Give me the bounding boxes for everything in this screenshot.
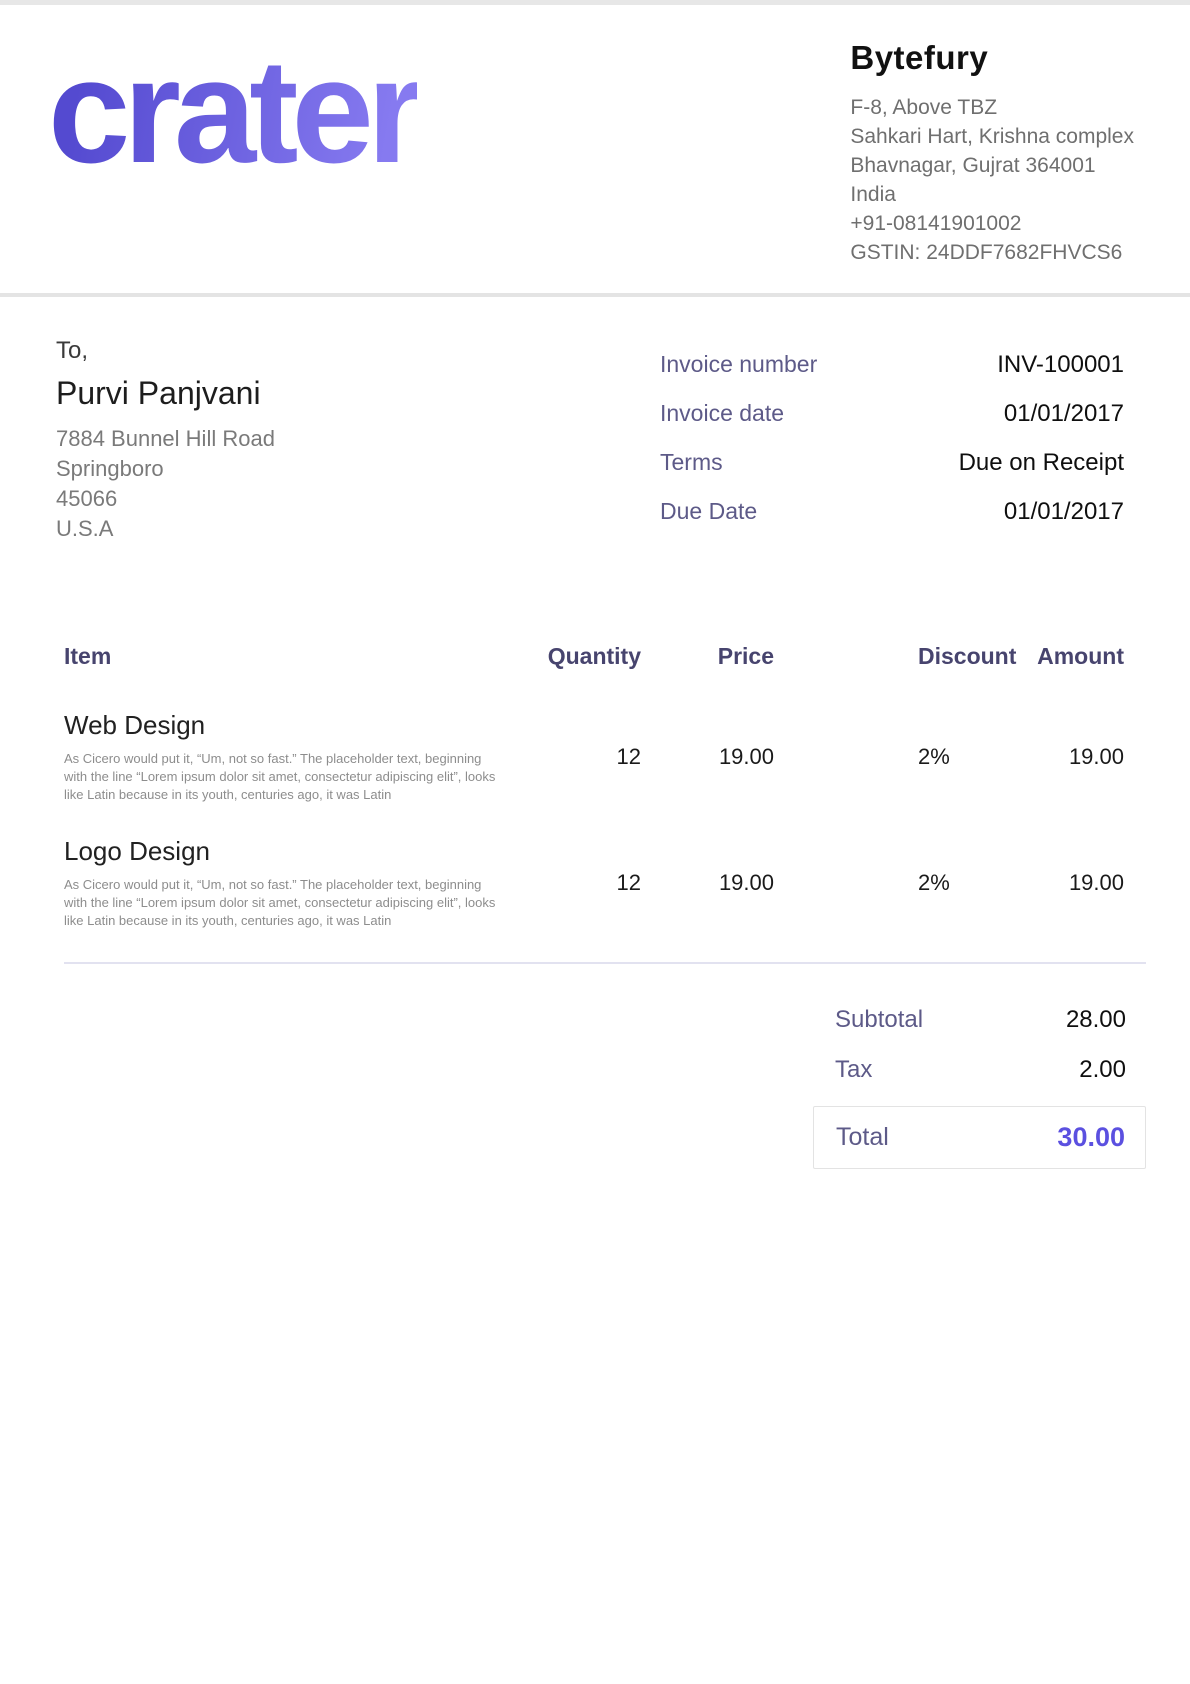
invoice-date-row: Invoice date 01/01/2017 [660, 400, 1124, 428]
billing-section: To, Purvi Panjvani 7884 Bunnel Hill Road… [0, 297, 1190, 547]
company-address-line: F-8, Above TBZ [850, 93, 1134, 122]
invoice-header: crater Bytefury F-8, Above TBZ Sahkari H… [0, 5, 1190, 293]
customer-address-line: Springboro [56, 454, 275, 484]
subtotal-value: 28.00 [1066, 1006, 1126, 1034]
subtotal-row: Subtotal 28.00 [813, 1006, 1146, 1034]
due-date-label: Due Date [660, 498, 757, 525]
item-quantity: 12 [524, 870, 641, 896]
tax-row: Tax 2.00 [813, 1056, 1146, 1084]
terms-label: Terms [660, 449, 723, 476]
item-price: 19.00 [641, 870, 774, 896]
invoice-date-label: Invoice date [660, 400, 784, 427]
bill-to-label: To, [56, 337, 275, 365]
terms-row: Terms Due on Receipt [660, 449, 1124, 477]
customer-address-line: U.S.A [56, 514, 275, 544]
column-header-price: Price [641, 643, 774, 670]
table-row: Logo Design As Cicero would put it, “Um,… [64, 836, 1124, 930]
item-discount: 2% [774, 744, 1024, 770]
item-amount: 19.00 [1024, 744, 1124, 770]
total-value: 30.00 [1057, 1122, 1125, 1153]
items-table: Item Quantity Price Discount Amount Web … [0, 643, 1190, 930]
table-row: Web Design As Cicero would put it, “Um, … [64, 710, 1124, 804]
due-date-value: 01/01/2017 [1004, 498, 1124, 526]
company-gstin: GSTIN: 24DDF7682FHVCS6 [850, 238, 1134, 267]
item-cell: Web Design As Cicero would put it, “Um, … [64, 710, 524, 804]
bill-to-block: To, Purvi Panjvani 7884 Bunnel Hill Road… [56, 337, 275, 547]
invoice-meta-block: Invoice number INV-100001 Invoice date 0… [660, 351, 1124, 547]
due-date-row: Due Date 01/01/2017 [660, 498, 1124, 526]
item-description: As Cicero would put it, “Um, not so fast… [64, 750, 504, 804]
company-address-line: Sahkari Hart, Krishna complex [850, 122, 1134, 151]
item-description: As Cicero would put it, “Um, not so fast… [64, 876, 504, 930]
items-table-header: Item Quantity Price Discount Amount [64, 643, 1124, 670]
column-header-item: Item [64, 643, 524, 670]
terms-value: Due on Receipt [959, 449, 1124, 477]
column-header-quantity: Quantity [524, 643, 641, 670]
company-address-line: Bhavnagar, Gujrat 364001 [850, 151, 1134, 180]
invoice-page: crater Bytefury F-8, Above TBZ Sahkari H… [0, 0, 1190, 1684]
crater-logo: crater [48, 19, 417, 204]
company-info: Bytefury F-8, Above TBZ Sahkari Hart, Kr… [850, 39, 1134, 267]
company-address-line: India [850, 180, 1134, 209]
item-discount: 2% [774, 870, 1024, 896]
item-cell: Logo Design As Cicero would put it, “Um,… [64, 836, 524, 930]
item-quantity: 12 [524, 744, 641, 770]
invoice-number-label: Invoice number [660, 351, 817, 378]
tax-value: 2.00 [1079, 1056, 1126, 1084]
item-name: Logo Design [64, 836, 524, 867]
customer-name: Purvi Panjvani [56, 375, 275, 412]
subtotal-label: Subtotal [835, 1006, 923, 1034]
total-label: Total [836, 1123, 889, 1152]
tax-label: Tax [835, 1056, 872, 1084]
customer-address-line: 7884 Bunnel Hill Road [56, 424, 275, 454]
column-header-amount: Amount [1024, 643, 1124, 670]
company-phone: +91-08141901002 [850, 209, 1134, 238]
invoice-number-row: Invoice number INV-100001 [660, 351, 1124, 379]
item-amount: 19.00 [1024, 870, 1124, 896]
invoice-date-value: 01/01/2017 [1004, 400, 1124, 428]
invoice-number-value: INV-100001 [997, 351, 1124, 379]
company-name: Bytefury [850, 39, 1134, 77]
totals-section: Subtotal 28.00 Tax 2.00 Total 30.00 [813, 1006, 1146, 1169]
customer-address-line: 45066 [56, 484, 275, 514]
column-header-discount: Discount [774, 643, 1024, 670]
grand-total-box: Total 30.00 [813, 1106, 1146, 1169]
item-price: 19.00 [641, 744, 774, 770]
totals-divider [64, 962, 1146, 964]
item-name: Web Design [64, 710, 524, 741]
